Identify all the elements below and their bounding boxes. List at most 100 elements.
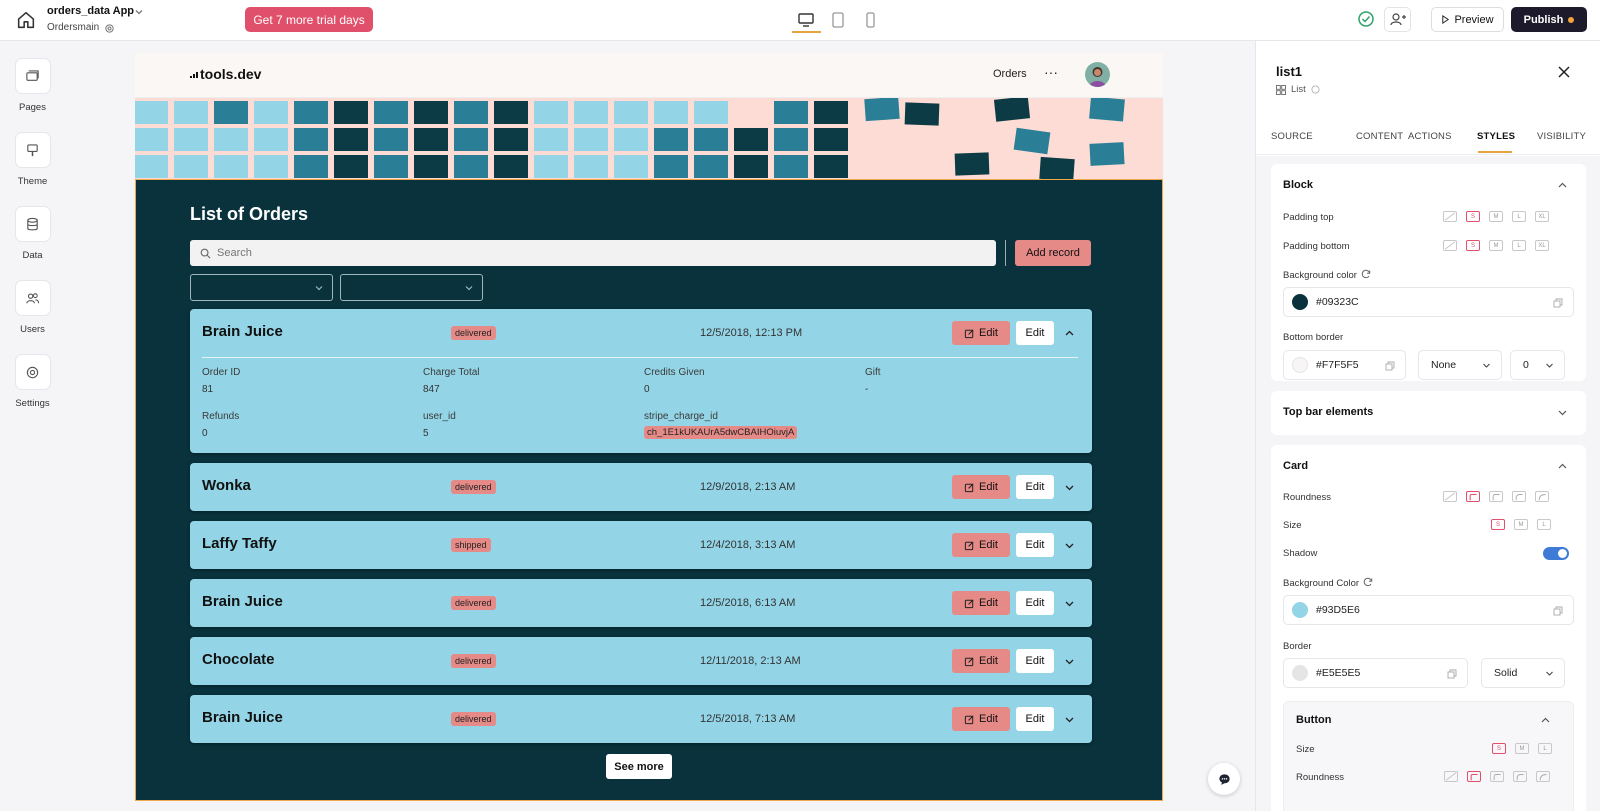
section-title[interactable]: Top bar elements xyxy=(1283,406,1373,418)
see-more-button[interactable]: See more xyxy=(606,754,672,779)
order-card[interactable]: Wonka delivered 12/9/2018, 2:13 AM Edit … xyxy=(190,463,1092,511)
filter-dropdown-1[interactable] xyxy=(190,274,333,301)
order-card[interactable]: Chocolate delivered 12/11/2018, 2:13 AM … xyxy=(190,637,1092,685)
page-name[interactable]: Ordersmain xyxy=(47,22,99,33)
filter-dropdown-2[interactable] xyxy=(340,274,483,301)
chevron-up-icon[interactable] xyxy=(1557,180,1568,191)
roundness-s-option[interactable] xyxy=(1467,771,1481,782)
close-icon[interactable] xyxy=(1556,64,1572,80)
order-card[interactable]: Laffy Taffy shipped 12/4/2018, 3:13 AM E… xyxy=(190,521,1092,569)
nav-item-users[interactable]: Users xyxy=(0,280,65,335)
trial-button[interactable]: Get 7 more trial days xyxy=(245,7,373,32)
roundness-m-option[interactable] xyxy=(1489,491,1503,502)
card-background-color-field[interactable]: #93D5E6 xyxy=(1283,595,1574,625)
tab-actions[interactable]: ACTIONS xyxy=(1408,131,1452,142)
shadow-toggle[interactable] xyxy=(1543,547,1569,560)
size-s-option[interactable]: S xyxy=(1492,743,1506,754)
app-name[interactable]: orders_data App xyxy=(47,5,134,17)
section-title[interactable]: Button xyxy=(1296,714,1331,726)
edit-primary-button[interactable]: Edit xyxy=(952,649,1010,673)
preview-button[interactable]: Preview xyxy=(1431,7,1504,32)
size-s-option[interactable]: S xyxy=(1491,519,1505,530)
roundness-m-option[interactable] xyxy=(1490,771,1504,782)
chevron-up-icon[interactable] xyxy=(1540,715,1551,726)
background-color-field[interactable]: #09323C xyxy=(1283,287,1574,317)
border-width-dropdown[interactable]: 0 xyxy=(1510,350,1565,380)
nav-link-orders[interactable]: Orders xyxy=(993,68,1027,80)
tab-source[interactable]: SOURCE xyxy=(1271,131,1313,142)
nav-item-data[interactable]: Data xyxy=(0,206,65,261)
nav-item-settings[interactable]: Settings xyxy=(0,354,65,409)
refresh-icon[interactable] xyxy=(1361,269,1371,279)
roundness-none-option[interactable] xyxy=(1444,771,1458,782)
order-card[interactable]: Brain Juice delivered 12/5/2018, 12:13 P… xyxy=(190,309,1092,453)
chevron-down-icon[interactable] xyxy=(1064,482,1075,493)
more-icon[interactable]: ··· xyxy=(1044,64,1058,80)
size-l-option[interactable]: L xyxy=(1537,519,1551,530)
size-m-option[interactable]: M xyxy=(1489,211,1503,222)
edit-secondary-button[interactable]: Edit xyxy=(1016,649,1054,673)
border-style-dropdown[interactable]: None xyxy=(1418,350,1502,380)
order-card[interactable]: Brain Juice delivered 12/5/2018, 7:13 AM… xyxy=(190,695,1092,743)
border-style-dropdown[interactable]: Solid xyxy=(1481,658,1565,688)
chevron-down-icon[interactable] xyxy=(133,6,145,18)
search-input[interactable] xyxy=(217,247,917,259)
chevron-up-icon[interactable] xyxy=(1557,461,1568,472)
chevron-down-icon[interactable] xyxy=(1557,407,1568,418)
color-swatch[interactable] xyxy=(1292,357,1308,373)
orders-list-block[interactable]: List of Orders Add record Brain Juice de… xyxy=(135,179,1163,801)
search-bar[interactable] xyxy=(190,240,996,266)
edit-primary-button[interactable]: Edit xyxy=(952,591,1010,615)
top-bar-elements-section[interactable]: Top bar elements xyxy=(1271,391,1586,435)
edit-secondary-button[interactable]: Edit xyxy=(1016,707,1054,731)
chat-button[interactable] xyxy=(1208,763,1240,795)
chevron-down-icon[interactable] xyxy=(1064,656,1075,667)
roundness-xl-option[interactable] xyxy=(1536,771,1550,782)
nav-item-theme[interactable]: Theme xyxy=(0,132,65,187)
copy-icon[interactable] xyxy=(1553,298,1563,308)
edit-secondary-button[interactable]: Edit xyxy=(1016,533,1054,557)
edit-primary-button[interactable]: Edit xyxy=(952,533,1010,557)
invite-user-button[interactable] xyxy=(1384,7,1411,32)
add-record-button[interactable]: Add record xyxy=(1015,240,1091,266)
desktop-icon[interactable] xyxy=(796,10,816,30)
edit-primary-button[interactable]: Edit xyxy=(952,321,1010,345)
size-l-option[interactable]: L xyxy=(1512,240,1526,251)
size-m-option[interactable]: M xyxy=(1514,519,1528,530)
edit-primary-button[interactable]: Edit xyxy=(952,475,1010,499)
avatar[interactable] xyxy=(1085,62,1110,87)
roundness-none-option[interactable] xyxy=(1443,491,1457,502)
edit-secondary-button[interactable]: Edit xyxy=(1016,321,1054,345)
publish-button[interactable]: Publish xyxy=(1511,7,1587,32)
edit-secondary-button[interactable]: Edit xyxy=(1016,591,1054,615)
home-icon[interactable] xyxy=(15,9,37,31)
roundness-s-option[interactable] xyxy=(1466,491,1480,502)
color-swatch[interactable] xyxy=(1292,665,1308,681)
copy-icon[interactable] xyxy=(1553,606,1563,616)
border-color-field[interactable]: #E5E5E5 xyxy=(1283,658,1468,688)
chevron-up-icon[interactable] xyxy=(1064,328,1075,339)
bottom-border-color-field[interactable]: #F7F5F5 xyxy=(1283,350,1406,380)
size-xl-option[interactable]: XL xyxy=(1535,240,1549,251)
help-icon[interactable] xyxy=(1311,85,1320,94)
size-l-option[interactable]: L xyxy=(1512,211,1526,222)
edit-primary-button[interactable]: Edit xyxy=(952,707,1010,731)
order-card[interactable]: Brain Juice delivered 12/5/2018, 6:13 AM… xyxy=(190,579,1092,627)
tab-styles[interactable]: STYLES xyxy=(1477,131,1515,142)
color-swatch[interactable] xyxy=(1292,602,1308,618)
size-l-option[interactable]: L xyxy=(1538,743,1552,754)
panel-scroll-area[interactable]: Block Padding top S M L XL Padding botto… xyxy=(1256,156,1600,811)
tab-visibility[interactable]: VISIBILITY xyxy=(1537,131,1586,142)
edit-secondary-button[interactable]: Edit xyxy=(1016,475,1054,499)
tablet-icon[interactable] xyxy=(828,10,848,30)
chevron-down-icon[interactable] xyxy=(1064,714,1075,725)
size-m-option[interactable]: M xyxy=(1515,743,1529,754)
roundness-l-option[interactable] xyxy=(1512,491,1526,502)
roundness-xl-option[interactable] xyxy=(1535,491,1549,502)
size-m-option[interactable]: M xyxy=(1489,240,1503,251)
refresh-icon[interactable] xyxy=(1363,577,1373,587)
section-title[interactable]: Block xyxy=(1283,179,1313,191)
roundness-l-option[interactable] xyxy=(1513,771,1527,782)
size-none-option[interactable] xyxy=(1443,211,1457,222)
copy-icon[interactable] xyxy=(1447,669,1457,679)
